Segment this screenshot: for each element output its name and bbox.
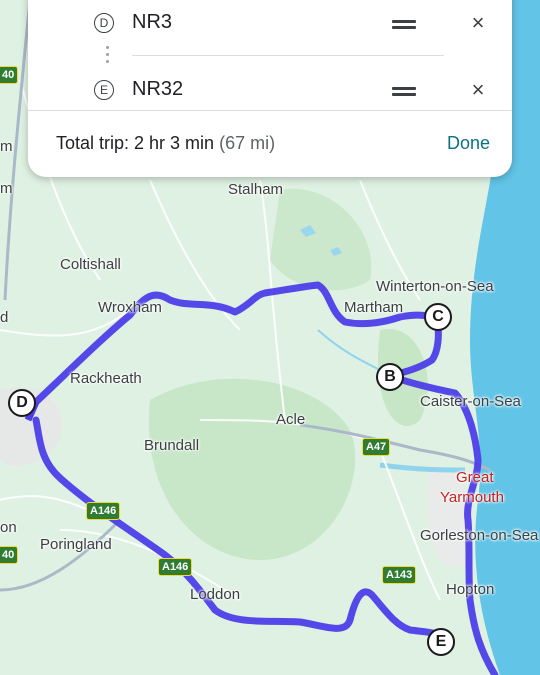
route-marker-e[interactable]: E xyxy=(427,628,455,656)
place-caister: Caister-on-Sea xyxy=(420,393,521,410)
place-winterton: Winterton-on-Sea xyxy=(376,278,494,295)
card-divider xyxy=(28,110,512,111)
route-marker-b[interactable]: B xyxy=(376,363,404,391)
close-icon[interactable]: × xyxy=(468,12,488,34)
total-trip-distance: (67 mi) xyxy=(219,133,276,153)
place-coltishall: Coltishall xyxy=(60,256,121,273)
total-trip-duration: 2 hr 3 min xyxy=(134,133,215,153)
place-hopton: Hopton xyxy=(446,581,495,598)
edge-text-2: m xyxy=(0,180,13,197)
place-stalham: Stalham xyxy=(228,181,284,198)
stop-divider xyxy=(132,55,444,56)
place-brundall: Brundall xyxy=(144,437,200,454)
stop-name[interactable]: NR32 xyxy=(132,78,183,101)
stop-letter-icon: E xyxy=(94,80,114,100)
road-shield-a47: A47 xyxy=(362,438,391,456)
edge-text-1: m xyxy=(0,138,13,155)
place-wroxham: Wroxham xyxy=(98,299,162,316)
road-shield-edge-1: 40 xyxy=(0,66,19,84)
edge-text-3: d xyxy=(0,309,9,326)
close-icon[interactable]: × xyxy=(468,79,488,101)
place-poringland: Poringland xyxy=(40,536,112,553)
route-marker-c[interactable]: C xyxy=(424,303,452,331)
road-shield-a146-1: A146 xyxy=(86,502,121,520)
route-dots-icon xyxy=(106,46,109,68)
total-trip-prefix: Total trip: xyxy=(56,133,135,153)
drag-handle-icon[interactable] xyxy=(392,19,416,29)
directions-card: D NR3 × E NR32 × Total trip: 2 hr 3 min … xyxy=(28,0,512,177)
stop-letter-icon: D xyxy=(94,13,114,33)
place-loddon: Loddon xyxy=(190,586,241,603)
stop-row-e[interactable]: E NR32 × xyxy=(28,69,512,109)
place-great: Great xyxy=(456,469,494,486)
done-button[interactable]: Done xyxy=(447,133,490,154)
stop-name[interactable]: NR3 xyxy=(132,11,172,34)
place-yarmouth: Yarmouth xyxy=(440,489,504,506)
place-rackheath: Rackheath xyxy=(70,370,142,387)
road-shield-a143: A143 xyxy=(382,566,417,584)
total-trip: Total trip: 2 hr 3 min (67 mi) xyxy=(56,133,275,154)
stop-row-d[interactable]: D NR3 × xyxy=(28,2,512,42)
place-martham: Martham xyxy=(344,299,404,316)
place-gorleston: Gorleston-on-Sea xyxy=(420,527,539,544)
place-acle: Acle xyxy=(276,411,306,428)
edge-text-4: on xyxy=(0,519,17,536)
drag-handle-icon[interactable] xyxy=(392,86,416,96)
route-marker-d[interactable]: D xyxy=(8,389,36,417)
road-shield-a146-2: A146 xyxy=(158,558,193,576)
road-shield-edge-2: 40 xyxy=(0,546,19,564)
